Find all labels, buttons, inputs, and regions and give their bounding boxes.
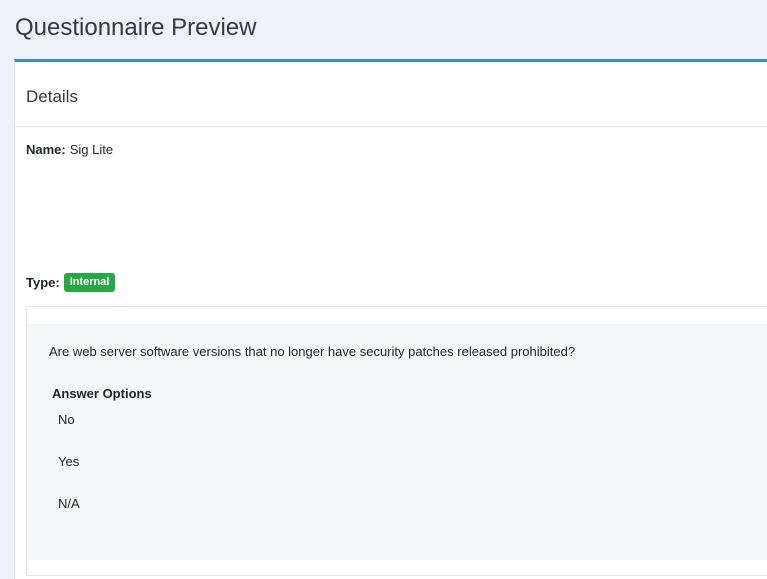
question-body: Are web server software versions that no… — [27, 324, 767, 560]
details-card: Details Name: Sig Lite Type: Internal Ar… — [14, 59, 767, 579]
page-title: Questionnaire Preview — [15, 14, 257, 41]
card-header: Details — [15, 62, 767, 127]
name-label: Name: — [26, 142, 66, 157]
answer-option: No — [58, 412, 75, 427]
type-field: Type: Internal — [26, 273, 116, 292]
type-badge: Internal — [63, 273, 116, 292]
page-header: Questionnaire Preview — [0, 0, 767, 58]
answer-options-heading: Answer Options — [52, 386, 152, 401]
card-title: Details — [26, 87, 78, 106]
name-field: Name: Sig Lite — [26, 142, 113, 157]
question-panel: Are web server software versions that no… — [26, 306, 767, 576]
answer-option: N/A — [58, 496, 80, 511]
type-label: Type: — [26, 275, 60, 290]
answer-option: Yes — [58, 454, 80, 469]
question-text: Are web server software versions that no… — [49, 344, 576, 359]
name-value: Sig Lite — [69, 142, 114, 157]
